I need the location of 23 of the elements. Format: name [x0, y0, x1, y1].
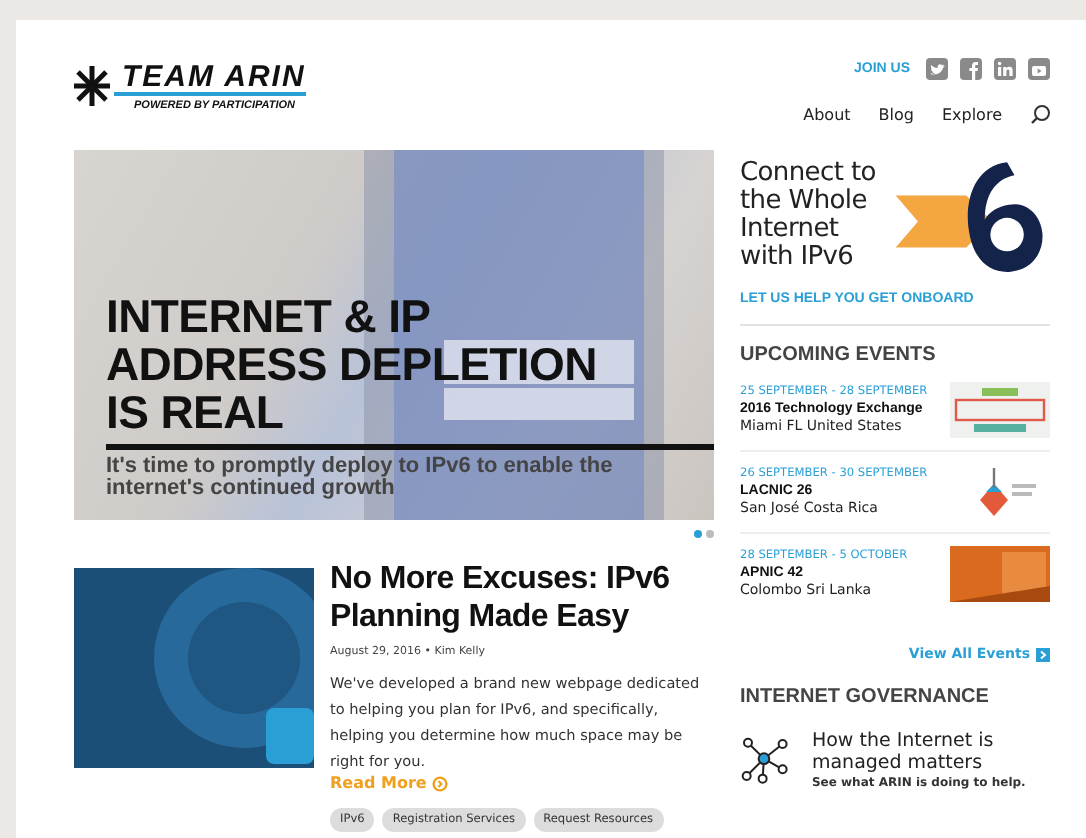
event-logo: [950, 382, 1050, 438]
event-logo: [950, 546, 1050, 602]
section-heading: UPCOMING EVENTS: [740, 344, 938, 366]
nav-link[interactable]: Explore: [941, 105, 1002, 123]
slide-dot[interactable]: [694, 530, 702, 538]
arrow-box-icon[interactable]: [1036, 647, 1050, 661]
nav-link[interactable]: About: [803, 105, 851, 123]
promo-text: Connect to the Whole Internet with IPv6: [740, 160, 878, 272]
hero-headline: INTERNET & IP ADDRESS DEPLETION IS REAL: [106, 292, 599, 436]
youtube-icon[interactable]: [1028, 58, 1050, 80]
logo-text: TEAM ARIN: [114, 61, 306, 95]
snowflake-icon: [74, 64, 110, 108]
search-icon[interactable]: [1030, 104, 1050, 124]
facebook-icon[interactable]: [960, 58, 982, 80]
hero-subtitle: It's time to promptly deploy to IPv6 to enable the internet's continued growth: [106, 456, 615, 500]
post-title[interactable]: No More Excuses: IPv6 Planning Made Easy: [330, 560, 714, 636]
arrow-circle-icon[interactable]: [432, 775, 449, 791]
nav-link[interactable]: Blog: [878, 105, 914, 123]
twitter-icon[interactable]: [926, 58, 948, 80]
slide-dot[interactable]: [706, 530, 714, 538]
governance-title: How the Internet is managed matters: [811, 730, 996, 774]
linkedin-icon[interactable]: [994, 58, 1016, 80]
section-heading: INTERNET GOVERNANCE: [740, 686, 991, 708]
